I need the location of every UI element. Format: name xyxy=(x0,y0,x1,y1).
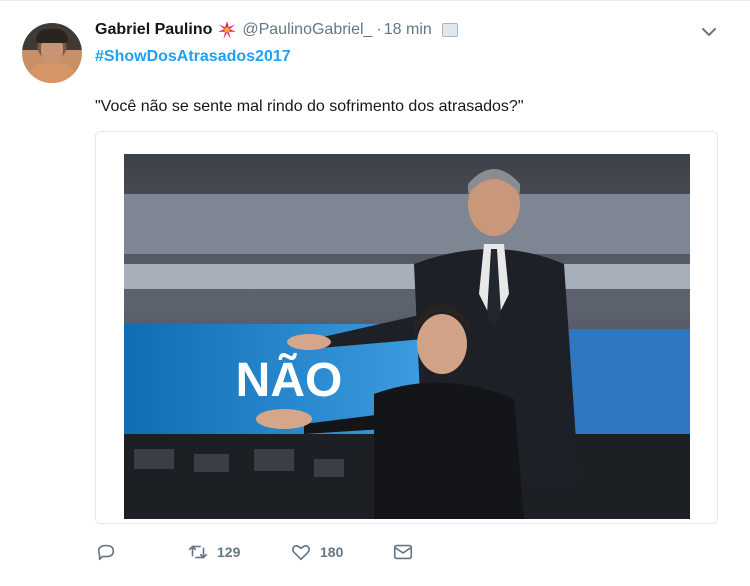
tweet-timestamp[interactable]: 18 min xyxy=(384,21,432,39)
tweet-text: "Você não se sente mal rindo do sofrimen… xyxy=(95,98,524,115)
media-card[interactable]: NÃO xyxy=(95,131,718,524)
media-image[interactable]: NÃO xyxy=(124,154,690,519)
image-placeholder-icon xyxy=(441,23,458,37)
sparkle-icon xyxy=(218,21,237,39)
retweet-count: 129 xyxy=(217,544,241,560)
heart-icon xyxy=(292,545,310,561)
like-count: 180 xyxy=(320,544,344,560)
like-button[interactable]: 180 xyxy=(290,541,392,563)
tweet-card[interactable]: Gabriel Paulino @PaulinoGabriel_ · 18 mi… xyxy=(0,0,750,586)
reply-button[interactable] xyxy=(95,541,187,563)
separator-dot: · xyxy=(376,21,382,38)
hashtag-link[interactable]: #ShowDosAtrasados2017 xyxy=(95,48,291,66)
user-handle[interactable]: @PaulinoGabriel_ xyxy=(242,21,372,39)
chevron-down-icon[interactable] xyxy=(700,23,718,41)
reply-icon xyxy=(97,544,115,561)
avatar[interactable] xyxy=(22,23,82,83)
tweet-actions: 129 180 xyxy=(95,541,414,563)
avatar-hair xyxy=(36,29,68,43)
tweet-header: Gabriel Paulino @PaulinoGabriel_ · 18 mi… xyxy=(95,21,458,39)
retweet-icon xyxy=(188,545,208,559)
avatar-shoulders xyxy=(26,63,78,83)
retweet-button[interactable]: 129 xyxy=(187,541,290,563)
media-overlay-text: NÃO xyxy=(236,352,343,407)
envelope-icon xyxy=(393,544,413,560)
direct-message-button[interactable] xyxy=(392,541,414,563)
display-name[interactable]: Gabriel Paulino xyxy=(95,21,212,39)
